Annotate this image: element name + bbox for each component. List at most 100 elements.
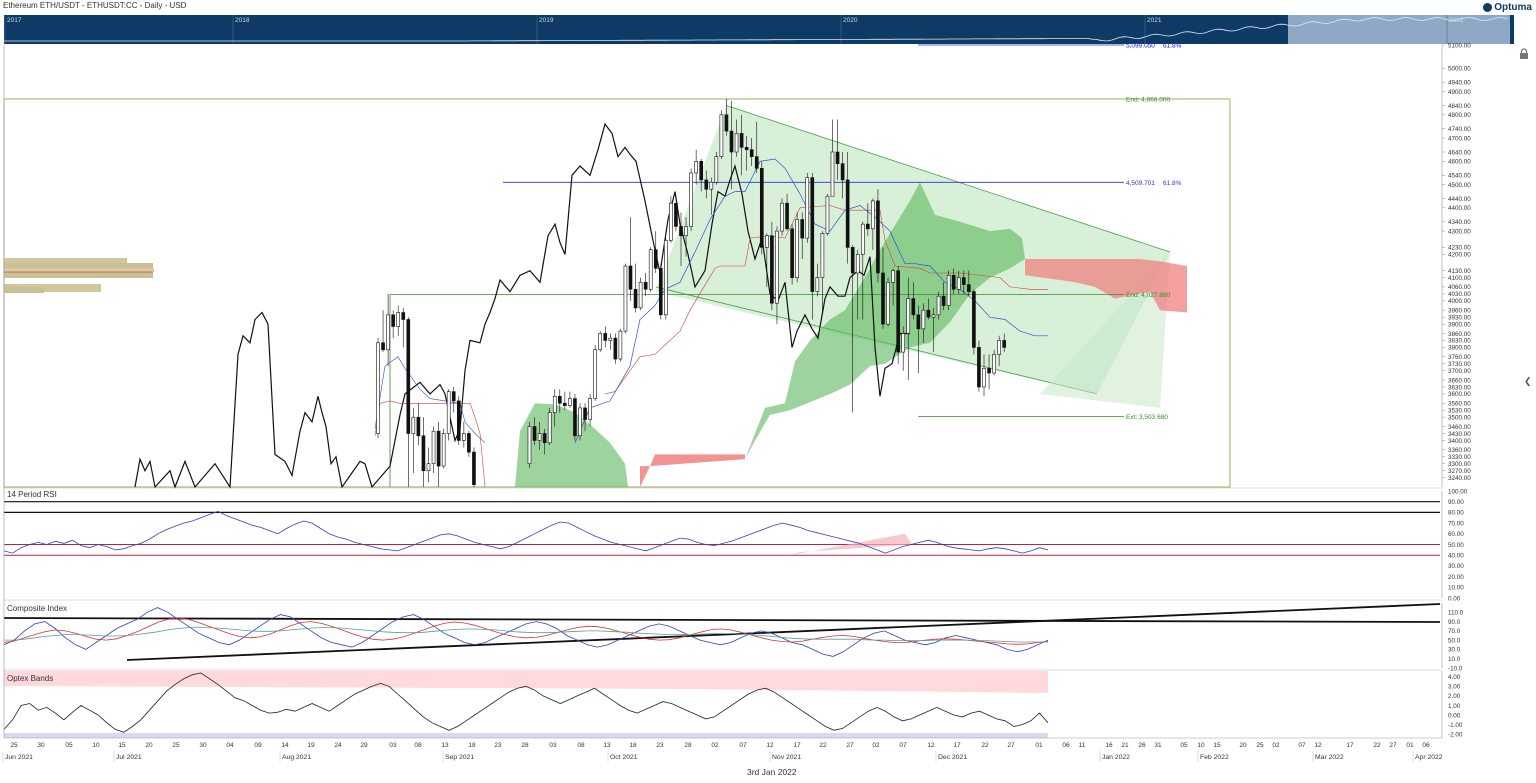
- optex-tick-label: 2.00: [1448, 693, 1461, 700]
- price-annotation-label: End: 4,868.000: [1126, 96, 1170, 103]
- candle-body: [396, 312, 401, 327]
- time-tick-label: 14: [281, 742, 289, 749]
- price-panel[interactable]: End: 4,868.000 4,509.701 61.8% End: 4,027.8…: [3, 43, 1440, 489]
- lock-icon[interactable]: [1518, 48, 1530, 60]
- month-label: Aug 2021: [282, 754, 311, 761]
- time-tick-label: 27: [1007, 742, 1015, 749]
- time-tick-label: 27: [846, 742, 854, 749]
- candle-body: [931, 314, 936, 318]
- time-tick-label: 08: [414, 742, 422, 749]
- month-label: Dec 2021: [938, 754, 967, 761]
- price-tick-label: 3660.00: [1448, 377, 1471, 384]
- candle-body: [754, 156, 759, 169]
- time-tick-label: 19: [307, 742, 315, 749]
- price-tick-label: 4200.00: [1448, 252, 1471, 259]
- time-tick-label: 18: [629, 742, 637, 749]
- price-candle: [805, 172, 810, 243]
- candle-body: [1002, 340, 1007, 348]
- price-tick-label: 3630.00: [1448, 384, 1471, 391]
- time-tick-label: 28: [521, 742, 529, 749]
- candle-body: [603, 333, 608, 341]
- time-tick-label: 24: [334, 742, 342, 749]
- price-annotation-label: 4,509.701: [1126, 180, 1155, 187]
- candle-body: [456, 400, 461, 441]
- price-candle: [441, 428, 446, 469]
- candle-body: [532, 426, 537, 441]
- candle-body: [956, 277, 961, 290]
- candle-body: [896, 270, 900, 353]
- candle-body: [790, 228, 794, 278]
- price-tick-label: 3400.00: [1448, 438, 1471, 445]
- price-tick-label: 3700.00: [1448, 368, 1471, 375]
- time-tick-label: 17: [1346, 742, 1354, 749]
- time-tick-label: 22: [819, 742, 827, 749]
- price-candle: [527, 421, 532, 469]
- candle-body: [704, 179, 709, 190]
- candle-body: [709, 181, 714, 190]
- price-candle: [896, 266, 900, 364]
- candle-body: [416, 416, 421, 437]
- candle-body: [648, 249, 653, 290]
- time-tick-label: 28: [684, 742, 692, 749]
- price-tick-label: 3330.00: [1448, 454, 1471, 461]
- chart-canvas[interactable]: 2017 2018 2019 2020 2021 2022 End: 4,868.000 4…: [0, 0, 1536, 783]
- candle-body: [664, 240, 668, 316]
- time-tick-label: 25: [10, 742, 18, 749]
- optuma-logo: Optuma: [1483, 2, 1532, 13]
- optuma-logo-icon: [1483, 3, 1493, 12]
- rsi-panel[interactable]: 100.00 90.00 80.00 70.00 60.00 50.00 40.00 30.0…: [3, 488, 1468, 602]
- candle-body: [795, 219, 799, 278]
- time-tick-label: 16: [1105, 742, 1113, 749]
- month-label: Oct 2021: [610, 754, 638, 761]
- candle-body: [770, 235, 774, 304]
- candle-body: [866, 223, 870, 230]
- candle-body: [805, 177, 810, 239]
- composite-tick-label: 110.0: [1448, 610, 1464, 617]
- candle-body: [658, 268, 663, 316]
- candle-body: [653, 249, 658, 269]
- price-tick-label: 4700.00: [1448, 135, 1471, 142]
- candle-body: [901, 333, 906, 353]
- composite-index-panel[interactable]: 110.0 90.0 70.0 50.0 30.0 10.0 -10.0: [3, 603, 1464, 672]
- price-candle: [977, 340, 981, 392]
- price-tick-label: 5000.00: [1448, 66, 1471, 73]
- composite-panel-title: Composite Index: [7, 604, 68, 613]
- candle-body: [891, 270, 895, 283]
- candle-body: [537, 433, 542, 441]
- price-candle: [795, 212, 799, 283]
- price-tick-label: 4000.00: [1448, 298, 1471, 305]
- rsi-tick-label: 80.00: [1448, 510, 1464, 517]
- candle-body: [623, 265, 628, 332]
- candle-body: [426, 463, 431, 472]
- time-navigator[interactable]: 2017 2018 2019 2020 2021 2022: [4, 15, 1514, 44]
- chart-title: Ethereum ETH/USDT - ETHUSDT:CC - Daily -…: [3, 1, 187, 10]
- price-candle: [669, 196, 673, 243]
- price-tick-label: 3530.00: [1448, 408, 1471, 415]
- optex-lower-band: [4, 733, 1048, 738]
- price-candle: [593, 345, 597, 401]
- price-tick-label: 3300.00: [1448, 461, 1471, 468]
- price-candle: [623, 263, 628, 334]
- composite-tick-label: 70.0: [1448, 628, 1461, 635]
- month-label: Apr 2022: [1415, 754, 1443, 761]
- time-tick-label: 17: [953, 742, 961, 749]
- price-candle: [547, 407, 552, 446]
- price-tick-label: 3500.00: [1448, 415, 1471, 422]
- candle-body: [431, 430, 436, 465]
- price-candle: [946, 270, 951, 311]
- rsi-tick-label: 20.00: [1448, 574, 1464, 581]
- candle-body: [810, 177, 815, 292]
- candle-body: [759, 167, 764, 248]
- navigator-year-label: 2020: [843, 17, 858, 24]
- price-tick-label: 4940.00: [1448, 80, 1471, 87]
- candle-body: [568, 398, 572, 406]
- price-tick-label: 3760.00: [1448, 354, 1471, 361]
- optex-bands-panel[interactable]: 4.00 3.00 2.00 1.00 0.00 -1.00 -2.00: [3, 671, 1463, 738]
- time-tick-label: 09: [254, 742, 262, 749]
- candle-body: [961, 277, 966, 285]
- logo-text: Optuma: [1494, 2, 1532, 13]
- price-tick-label: 4840.00: [1448, 103, 1471, 110]
- collapse-panel-chevron-icon[interactable]: ❮: [1524, 376, 1536, 390]
- candle-body: [886, 281, 890, 325]
- month-label: Mar 2022: [1315, 754, 1344, 761]
